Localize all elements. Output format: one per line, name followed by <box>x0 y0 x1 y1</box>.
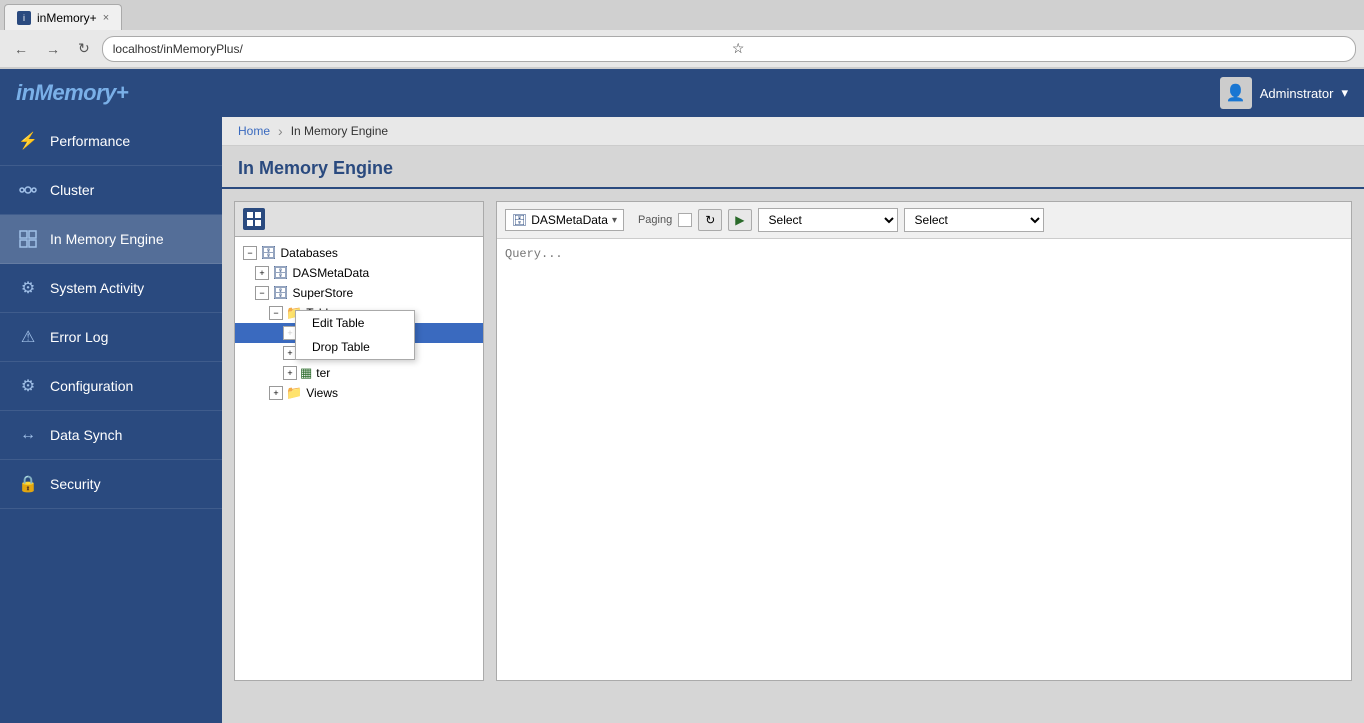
paging-checkbox[interactable] <box>678 213 692 227</box>
sidebar: ⚡ Performance Cluster <box>0 117 222 723</box>
url-text: localhost/inMemoryPlus/ <box>113 42 726 56</box>
databases-icon: 🗄 <box>260 245 277 261</box>
tree-label-dasmetadata: DASMetaData <box>293 266 370 280</box>
sidebar-item-cluster[interactable]: Cluster <box>0 166 222 215</box>
nav-bar: ← → ↻ localhost/inMemoryPlus/ ☆ <box>0 30 1364 68</box>
sidebar-item-data-synch[interactable]: ↔ Data Synch <box>0 411 222 460</box>
tree-label-superstore: SuperStore <box>293 286 354 300</box>
performance-icon: ⚡ <box>16 129 40 153</box>
query-toolbar: 🗄 DASMetaData ▾ Paging ↻ ▶ Select Option <box>497 202 1351 239</box>
refresh-button[interactable]: ↻ <box>698 209 722 231</box>
paging-label: Paging <box>638 214 672 226</box>
in-memory-engine-icon <box>16 227 40 251</box>
database-selector[interactable]: 🗄 DASMetaData ▾ <box>505 209 624 231</box>
ter-table-icon: ▦ <box>300 365 312 381</box>
tab-title: inMemory+ <box>37 11 97 25</box>
configuration-icon: ⚙ <box>16 374 40 398</box>
tree-toggle-tables[interactable]: − <box>269 306 283 320</box>
tree-toggle-superstore[interactable]: − <box>255 286 269 300</box>
sidebar-label-configuration: Configuration <box>50 378 133 394</box>
forward-button[interactable]: → <box>40 38 66 60</box>
app-title-text: inMemory+ <box>16 80 128 105</box>
context-menu-edit-table[interactable]: Edit Table <box>296 311 414 335</box>
reload-button[interactable]: ↻ <box>72 37 96 60</box>
sidebar-item-performance[interactable]: ⚡ Performance <box>0 117 222 166</box>
run-button[interactable]: ▶ <box>728 209 751 231</box>
app-header: inMemory+ 👤 Adminstrator ▾ <box>0 69 1364 117</box>
select-dropdown-1[interactable]: Select Option1 Option2 <box>758 208 898 232</box>
db-selector-label: DASMetaData <box>531 213 608 227</box>
tree-toggle-databases[interactable]: − <box>243 246 257 260</box>
sidebar-item-system-activity[interactable]: ⚙ System Activity <box>0 264 222 313</box>
context-menu-drop-table[interactable]: Drop Table <box>296 335 414 359</box>
sidebar-item-error-log[interactable]: ⚠ Error Log <box>0 313 222 362</box>
user-avatar: 👤 <box>1220 77 1252 109</box>
system-activity-icon: ⚙ <box>16 276 40 300</box>
tree-toggle-dasmetadata[interactable]: + <box>255 266 269 280</box>
tab-favicon: i <box>17 11 31 25</box>
username-label: Adminstrator <box>1260 86 1334 101</box>
user-area: 👤 Adminstrator ▾ <box>1220 77 1348 109</box>
tree-panel: − 🗄 Databases + 🗄 DASMetaData − <box>234 201 484 681</box>
tree-node-superstore[interactable]: − 🗄 SuperStore <box>235 283 483 303</box>
breadcrumb-current: In Memory Engine <box>291 124 388 138</box>
superstore-icon: 🗄 <box>272 285 289 301</box>
tab-bar: i inMemory+ × <box>0 0 1364 30</box>
sidebar-label-performance: Performance <box>50 133 130 149</box>
browser-chrome: i inMemory+ × ← → ↻ localhost/inMemoryPl… <box>0 0 1364 69</box>
user-dropdown-arrow[interactable]: ▾ <box>1341 85 1348 101</box>
browser-tab[interactable]: i inMemory+ × <box>4 4 122 30</box>
dasmetadata-icon: 🗄 <box>272 265 289 281</box>
security-icon: 🔒 <box>16 472 40 496</box>
tree-node-databases[interactable]: − 🗄 Databases <box>235 243 483 263</box>
tree-panel-header <box>235 202 483 237</box>
breadcrumb-separator: › <box>278 123 283 139</box>
sidebar-label-system-activity: System Activity <box>50 280 144 296</box>
sidebar-label-error-log: Error Log <box>50 329 108 345</box>
breadcrumb: Home › In Memory Engine <box>222 117 1364 146</box>
main-layout: ⚡ Performance Cluster <box>0 117 1364 723</box>
cluster-icon <box>16 178 40 202</box>
content-panels: − 🗄 Databases + 🗄 DASMetaData − <box>222 189 1364 693</box>
views-icon: 📁 <box>286 385 302 401</box>
context-menu: Edit Table Drop Table <box>295 310 415 360</box>
sidebar-label-data-synch: Data Synch <box>50 427 122 443</box>
tree-node-dasmetadata[interactable]: + 🗄 DASMetaData <box>235 263 483 283</box>
sidebar-item-configuration[interactable]: ⚙ Configuration <box>0 362 222 411</box>
sidebar-label-cluster: Cluster <box>50 182 94 198</box>
data-synch-icon: ↔ <box>16 423 40 447</box>
sidebar-item-in-memory-engine[interactable]: In Memory Engine <box>0 215 222 264</box>
page-title: In Memory Engine <box>222 146 1364 189</box>
tree-node-ter[interactable]: + ▦ ter <box>235 363 483 383</box>
db-selector-icon: 🗄 <box>512 213 527 227</box>
tab-close-button[interactable]: × <box>103 12 109 24</box>
tree-node-views[interactable]: + 📁 Views <box>235 383 483 403</box>
tree-label-ter: ter <box>316 366 330 380</box>
address-bar[interactable]: localhost/inMemoryPlus/ ☆ <box>102 36 1356 62</box>
content-area: Home › In Memory Engine In Memory Engine <box>222 117 1364 723</box>
error-log-icon: ⚠ <box>16 325 40 349</box>
back-button[interactable]: ← <box>8 38 34 60</box>
sidebar-label-security: Security <box>50 476 101 492</box>
tree-label-views: Views <box>306 386 338 400</box>
tree-toggle-ter[interactable]: + <box>283 366 297 380</box>
sidebar-item-security[interactable]: 🔒 Security <box>0 460 222 509</box>
app-logo: inMemory+ <box>16 80 128 106</box>
db-selector-arrow: ▾ <box>612 215 617 226</box>
select-dropdown-2[interactable]: Select Option1 Option2 <box>904 208 1044 232</box>
tree-body: − 🗄 Databases + 🗄 DASMetaData − <box>235 237 483 409</box>
sidebar-label-in-memory-engine: In Memory Engine <box>50 231 164 247</box>
bookmark-icon[interactable]: ☆ <box>732 40 1345 57</box>
breadcrumb-home[interactable]: Home <box>238 124 270 138</box>
tree-toggle-views[interactable]: + <box>269 386 283 400</box>
tree-panel-header-icon <box>243 208 265 230</box>
tree-label-databases: Databases <box>281 246 338 260</box>
query-textarea[interactable] <box>497 239 1351 680</box>
query-panel: 🗄 DASMetaData ▾ Paging ↻ ▶ Select Option <box>496 201 1352 681</box>
